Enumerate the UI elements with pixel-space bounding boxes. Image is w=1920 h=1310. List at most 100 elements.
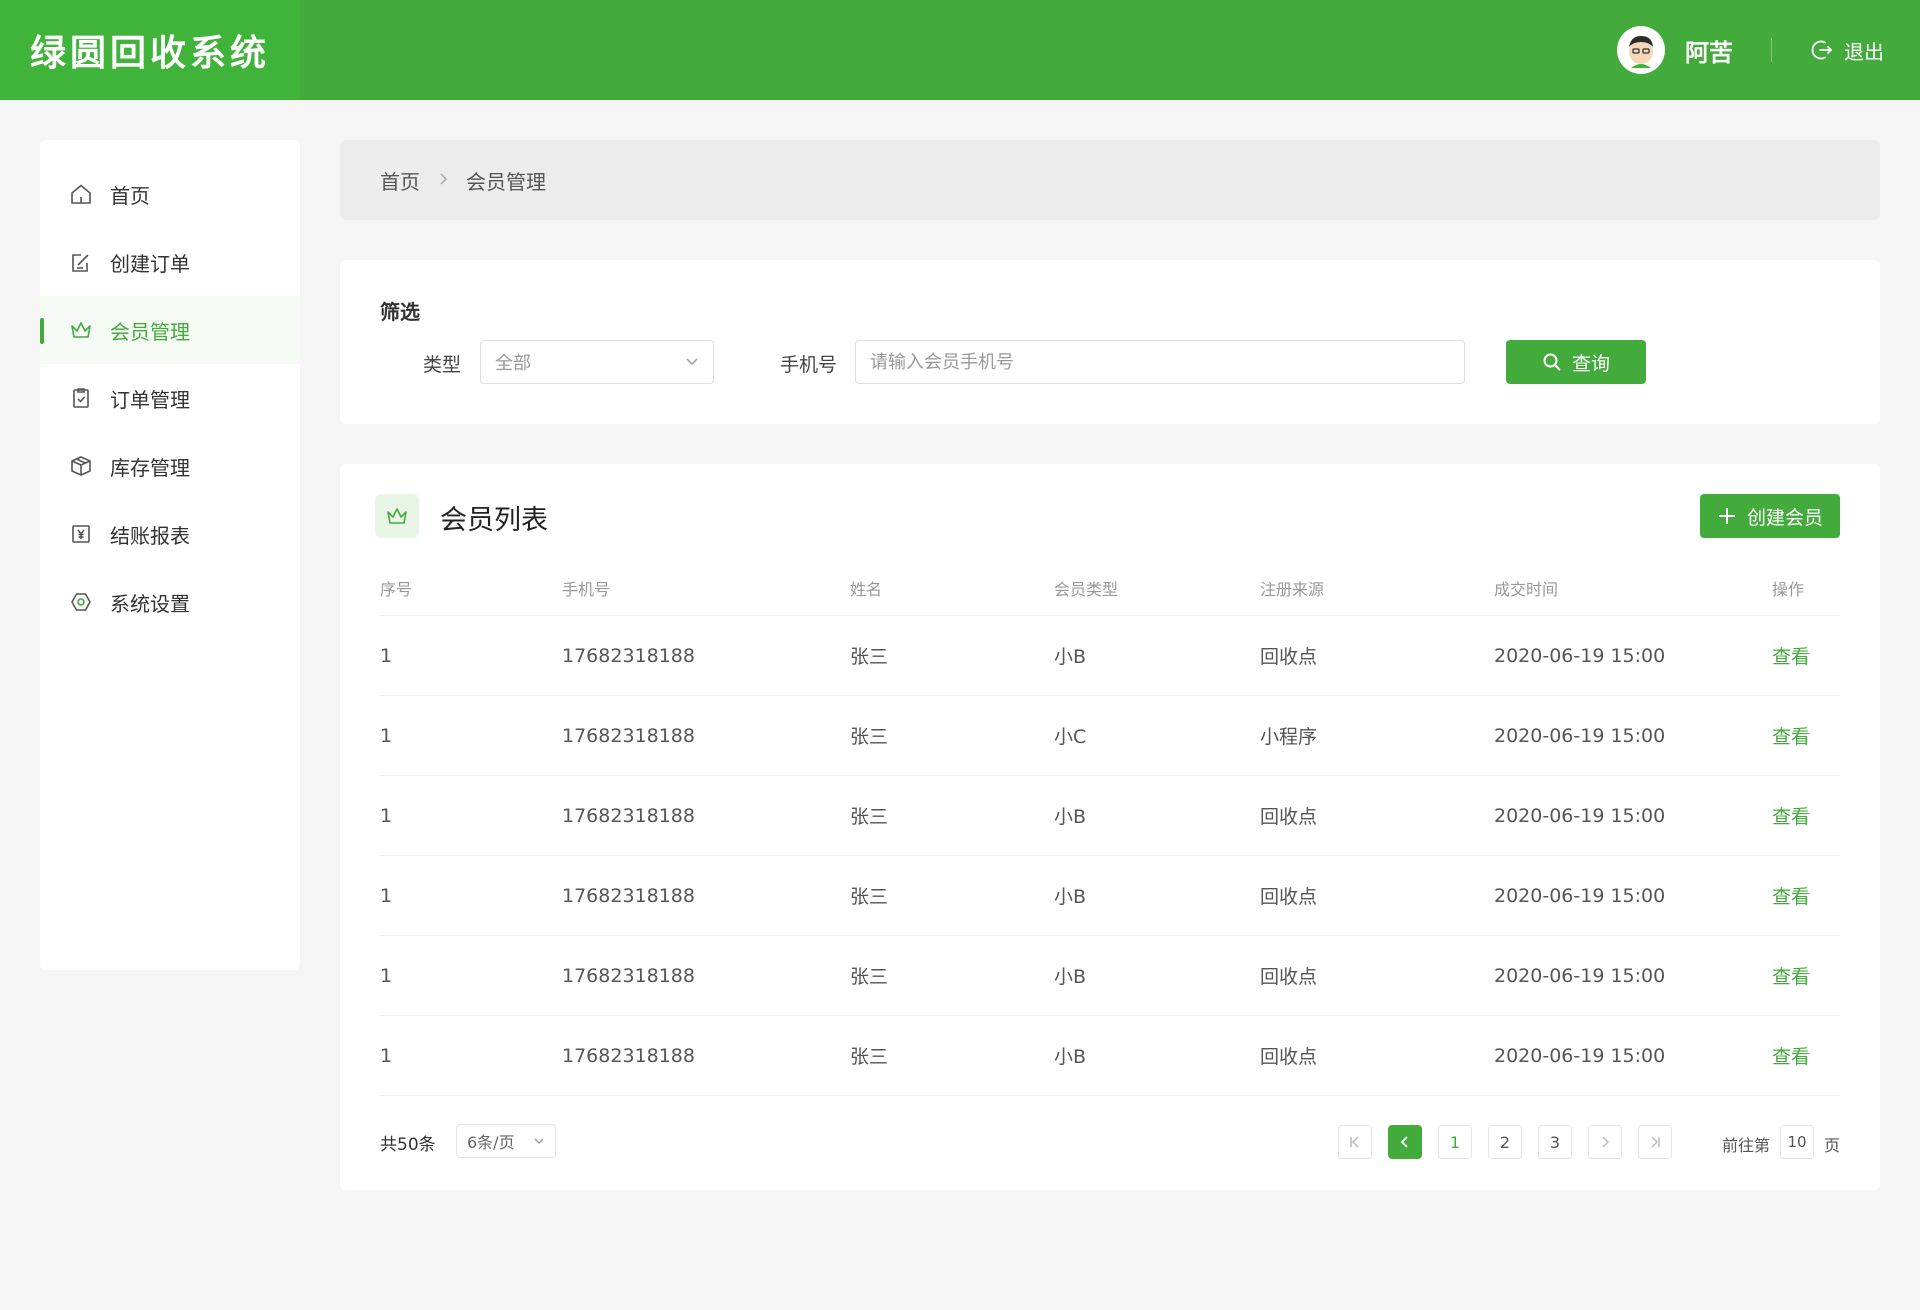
box-icon [68,453,94,479]
avatar[interactable] [1617,26,1665,74]
crown-icon [375,494,419,538]
column-header-index: 序号 [380,579,413,599]
cell-source: 小程序 [1260,726,1318,748]
chevron-right-icon [1602,1136,1610,1148]
username: 阿苦 [1685,38,1733,67]
avatar-face-icon [1629,36,1653,68]
cell-type: 小B [1054,646,1087,668]
cell-phone: 17682318188 [562,884,695,907]
view-link[interactable]: 查看 [1772,936,1810,1015]
cell-index: 1 [380,1044,393,1067]
home-icon [68,181,94,207]
clipboard-icon [68,385,94,411]
table-row: 1 17682318188 张三 小B 回收点 2020-06-19 15:00… [380,776,1840,856]
cell-source: 回收点 [1260,966,1318,988]
page-button-2[interactable]: 2 [1488,1125,1522,1159]
sidebar-item-reports[interactable]: 结账报表 [40,500,300,568]
settings-icon [68,589,94,615]
view-link[interactable]: 查看 [1772,856,1810,935]
phone-label: 手机号 [780,354,838,376]
cell-time: 2020-06-19 15:00 [1494,804,1666,827]
cell-name: 张三 [850,966,889,988]
logout-button[interactable]: 退出 [1810,36,1884,65]
header-divider [1771,38,1772,62]
total-count: 共50条 [380,1135,436,1155]
goto-page-label: 前往第 [1722,1136,1771,1155]
sidebar-item-create-order[interactable]: 创建订单 [40,228,300,296]
breadcrumb-separator-icon [438,171,448,190]
cell-time: 2020-06-19 15:00 [1494,884,1666,907]
view-link[interactable]: 查看 [1772,616,1810,695]
view-link[interactable]: 查看 [1772,1016,1810,1095]
cell-index: 1 [380,884,393,907]
sidebar-item-home[interactable]: 首页 [40,160,300,228]
table-row: 1 17682318188 张三 小B 回收点 2020-06-19 15:00… [380,936,1840,1016]
page-size-value: 6条/页 [467,1133,515,1152]
cell-type: 小B [1054,806,1087,828]
cell-phone: 17682318188 [562,724,695,747]
top-header: 绿圆回收系统 阿苦 退出 [0,0,1920,100]
goto-page-input[interactable] [1780,1125,1814,1159]
goto-page-suffix: 页 [1824,1136,1841,1155]
cell-index: 1 [380,724,393,747]
create-member-button[interactable]: 创建会员 [1700,494,1840,538]
sidebar-item-orders[interactable]: 订单管理 [40,364,300,432]
query-button-label: 查询 [1571,352,1610,375]
last-page-button[interactable] [1638,1125,1672,1159]
member-table: 序号 手机号 姓名 会员类型 注册来源 成交时间 操作 1 1768231818… [380,560,1840,1096]
cell-phone: 17682318188 [562,1044,695,1067]
type-select-value: 全部 [495,353,531,374]
phone-input[interactable] [855,340,1465,384]
column-header-source: 注册来源 [1260,579,1325,599]
crown-icon [68,317,94,343]
cell-source: 回收点 [1260,806,1318,828]
type-select[interactable]: 全部 [480,340,714,384]
view-link[interactable]: 查看 [1772,696,1810,775]
view-link[interactable]: 查看 [1772,776,1810,855]
first-page-button[interactable] [1338,1125,1372,1159]
cell-index: 1 [380,644,393,667]
yen-report-icon [68,521,94,547]
logout-icon [1811,40,1833,60]
cell-time: 2020-06-19 15:00 [1494,1044,1666,1067]
cell-type: 小C [1054,726,1087,748]
app-logo-title: 绿圆回收系统 [0,0,300,100]
column-header-type: 会员类型 [1054,579,1119,599]
cell-type: 小B [1054,886,1087,908]
column-header-action: 操作 [1772,579,1805,599]
sidebar: 首页 创建订单 会员管理 订单管理 库存管理 结账报表 系统设置 [40,140,300,970]
sidebar-item-settings[interactable]: 系统设置 [40,568,300,636]
cell-index: 1 [380,804,393,827]
search-icon [1543,353,1561,371]
next-page-button[interactable] [1588,1125,1622,1159]
last-page-icon [1651,1136,1660,1148]
cell-source: 回收点 [1260,1046,1318,1068]
header-user-area: 阿苦 退出 [1617,0,1920,100]
page-button-1[interactable]: 1 [1438,1125,1472,1159]
page-size-select[interactable]: 6条/页 [456,1124,556,1158]
sidebar-item-inventory[interactable]: 库存管理 [40,432,300,500]
cell-time: 2020-06-19 15:00 [1494,724,1666,747]
table-row: 1 17682318188 张三 小B 回收点 2020-06-19 15:00… [380,1016,1840,1096]
sidebar-item-members[interactable]: 会员管理 [40,296,300,364]
query-button[interactable]: 查询 [1506,340,1646,384]
page-button-3[interactable]: 3 [1538,1125,1572,1159]
chevron-left-icon [1400,1136,1408,1148]
logout-label: 退出 [1844,39,1884,64]
cell-index: 1 [380,964,393,987]
prev-page-button[interactable] [1388,1125,1422,1159]
chevron-down-icon [533,1132,545,1151]
sidebar-item-label: 库存管理 [110,455,190,480]
table-row: 1 17682318188 张三 小C 小程序 2020-06-19 15:00… [380,696,1840,776]
cell-phone: 17682318188 [562,804,695,827]
breadcrumb-current: 会员管理 [466,169,546,194]
cell-type: 小B [1054,1046,1087,1068]
column-header-name: 姓名 [850,579,883,599]
cell-name: 张三 [850,886,889,908]
cell-time: 2020-06-19 15:00 [1494,644,1666,667]
chevron-down-icon [685,352,699,373]
type-label: 类型 [423,354,462,376]
cell-source: 回收点 [1260,646,1318,668]
cell-name: 张三 [850,806,889,828]
breadcrumb-home-link[interactable]: 首页 [380,166,420,195]
